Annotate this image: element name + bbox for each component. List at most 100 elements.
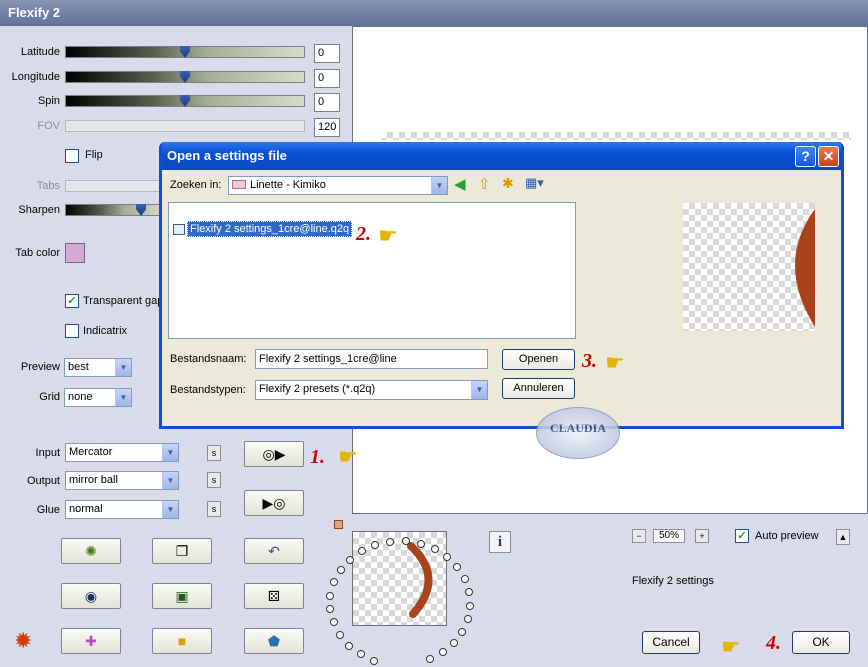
ring-dot[interactable]: [329, 618, 338, 627]
step-3-label: 3.: [582, 350, 597, 372]
bug-icon: ✺: [85, 543, 97, 559]
spin-value[interactable]: 0: [314, 93, 340, 112]
ring-dot[interactable]: [401, 537, 410, 546]
ring-dot[interactable]: [430, 545, 439, 554]
longitude-slider[interactable]: [65, 71, 305, 83]
zoom-out-button[interactable]: −: [632, 529, 646, 543]
file-row[interactable]: Flexify 2 settings_1cre@line.q2q: [173, 221, 353, 237]
output-select-value: mirror ball: [69, 474, 118, 486]
copy-button[interactable]: ❐: [152, 538, 212, 564]
indicatrix-label: Indicatrix: [83, 325, 128, 337]
square-button[interactable]: ▣: [152, 583, 212, 609]
ring-dot[interactable]: [357, 547, 366, 556]
spin-thumb[interactable]: [180, 95, 190, 107]
sharpen-thumb[interactable]: [136, 204, 146, 216]
look-in-select[interactable]: Linette - Kimiko ▼: [228, 176, 448, 195]
cancel-button[interactable]: Cancel: [642, 631, 700, 654]
ring-dot[interactable]: [370, 656, 379, 665]
open-button[interactable]: Openen: [502, 349, 575, 370]
chevron-down-icon: ▼: [115, 359, 131, 376]
zoom-in-button[interactable]: +: [695, 529, 709, 543]
glue-s-button[interactable]: s: [207, 501, 221, 517]
new-folder-icon[interactable]: ✱: [502, 175, 514, 192]
spin-slider[interactable]: [65, 95, 305, 107]
filetype-select[interactable]: Flexify 2 presets (*.q2q) ▼: [255, 380, 488, 400]
input-s-button[interactable]: s: [207, 445, 221, 461]
up-folder-icon[interactable]: ⇧: [478, 175, 491, 193]
filename-field[interactable]: Flexify 2 settings_1cre@line: [255, 349, 488, 369]
output-select[interactable]: mirror ball ▼: [65, 471, 179, 490]
chevron-up-icon: ▲: [838, 532, 848, 542]
ring-dot[interactable]: [345, 641, 354, 650]
undo-button[interactable]: ↶: [244, 538, 304, 564]
collapse-button[interactable]: ▲: [836, 529, 850, 545]
indicatrix-checkbox[interactable]: [65, 324, 79, 338]
ring-dot[interactable]: [438, 648, 447, 657]
latitude-thumb[interactable]: [180, 46, 190, 58]
longitude-thumb[interactable]: [180, 71, 190, 83]
sharpen-slider[interactable]: [65, 204, 165, 216]
info-button[interactable]: i: [489, 531, 511, 553]
random-bug-button[interactable]: ✺: [61, 538, 121, 564]
help-button[interactable]: ?: [795, 146, 816, 167]
file-name[interactable]: Flexify 2 settings_1cre@line.q2q: [187, 221, 353, 237]
dice-button[interactable]: ⚄: [244, 583, 304, 609]
sharpen-label: Sharpen: [18, 204, 60, 216]
file-list[interactable]: Flexify 2 settings_1cre@line.q2q 2. ☛: [168, 202, 576, 339]
chevron-down-icon: ▼: [162, 472, 178, 489]
ring-dot[interactable]: [336, 566, 345, 575]
preview-select[interactable]: best ▼: [64, 358, 132, 377]
ring-dot[interactable]: [326, 591, 335, 600]
input-select[interactable]: Mercator ▼: [65, 443, 179, 462]
close-button[interactable]: ✕: [818, 146, 839, 167]
flip-checkbox[interactable]: [65, 149, 79, 163]
chevron-down-icon: ▼: [115, 389, 131, 406]
ring-dot[interactable]: [465, 601, 474, 610]
ring-dot[interactable]: [463, 614, 472, 623]
load-input-button[interactable]: ◎▶: [244, 441, 304, 467]
tab-color-swatch[interactable]: [65, 243, 85, 263]
step-4-label: 4.: [766, 632, 781, 654]
transparent-gaps-checkbox[interactable]: ✓: [65, 294, 79, 308]
output-s-button[interactable]: s: [207, 472, 221, 488]
back-icon[interactable]: ◀: [454, 175, 466, 193]
flame-icon[interactable]: ✹: [14, 628, 32, 654]
ring-dot[interactable]: [453, 563, 462, 572]
folder-icon: [232, 180, 246, 189]
longitude-value[interactable]: 0: [314, 69, 340, 88]
ring-dot[interactable]: [329, 578, 338, 587]
ring-dot[interactable]: [449, 638, 458, 647]
ring-dot[interactable]: [346, 555, 354, 564]
glue-select[interactable]: normal ▼: [65, 500, 179, 519]
ring-dot[interactable]: [326, 605, 335, 614]
ring-dot[interactable]: [371, 540, 380, 549]
ring-dot[interactable]: [460, 575, 469, 584]
view-menu-icon[interactable]: ▦▾: [525, 175, 544, 191]
pentagon-button[interactable]: ⬟: [244, 628, 304, 654]
latitude-value[interactable]: 0: [314, 44, 340, 63]
preview-label: Preview: [20, 361, 60, 373]
ring-dot[interactable]: [425, 655, 434, 664]
grid-select[interactable]: none ▼: [64, 388, 132, 407]
ring-dot[interactable]: [442, 553, 451, 562]
transparent-gaps-label: Transparent gap: [83, 295, 163, 307]
auto-preview-checkbox[interactable]: ✓: [735, 529, 749, 543]
latitude-slider[interactable]: [65, 46, 305, 58]
ok-button[interactable]: OK: [792, 631, 850, 654]
ring-dot[interactable]: [464, 587, 473, 596]
glue-label: Glue: [36, 504, 60, 516]
block-button[interactable]: ■: [152, 628, 212, 654]
output-label: Output: [26, 475, 60, 487]
play-output-button[interactable]: ▶◎: [244, 490, 304, 516]
ring-dot[interactable]: [458, 627, 467, 636]
ring-dot[interactable]: [356, 650, 365, 659]
ring-dot[interactable]: [335, 630, 344, 639]
fov-value[interactable]: 120: [314, 118, 340, 137]
play-file-icon: ◎▶: [262, 446, 286, 462]
cross-button[interactable]: ✚: [61, 628, 121, 654]
pointing-hand-icon: ☛: [721, 634, 741, 659]
ring-button[interactable]: ◉: [61, 583, 121, 609]
annuleren-button[interactable]: Annuleren: [502, 378, 575, 399]
ring-dot[interactable]: [386, 537, 395, 546]
ring-dot[interactable]: [416, 539, 425, 548]
